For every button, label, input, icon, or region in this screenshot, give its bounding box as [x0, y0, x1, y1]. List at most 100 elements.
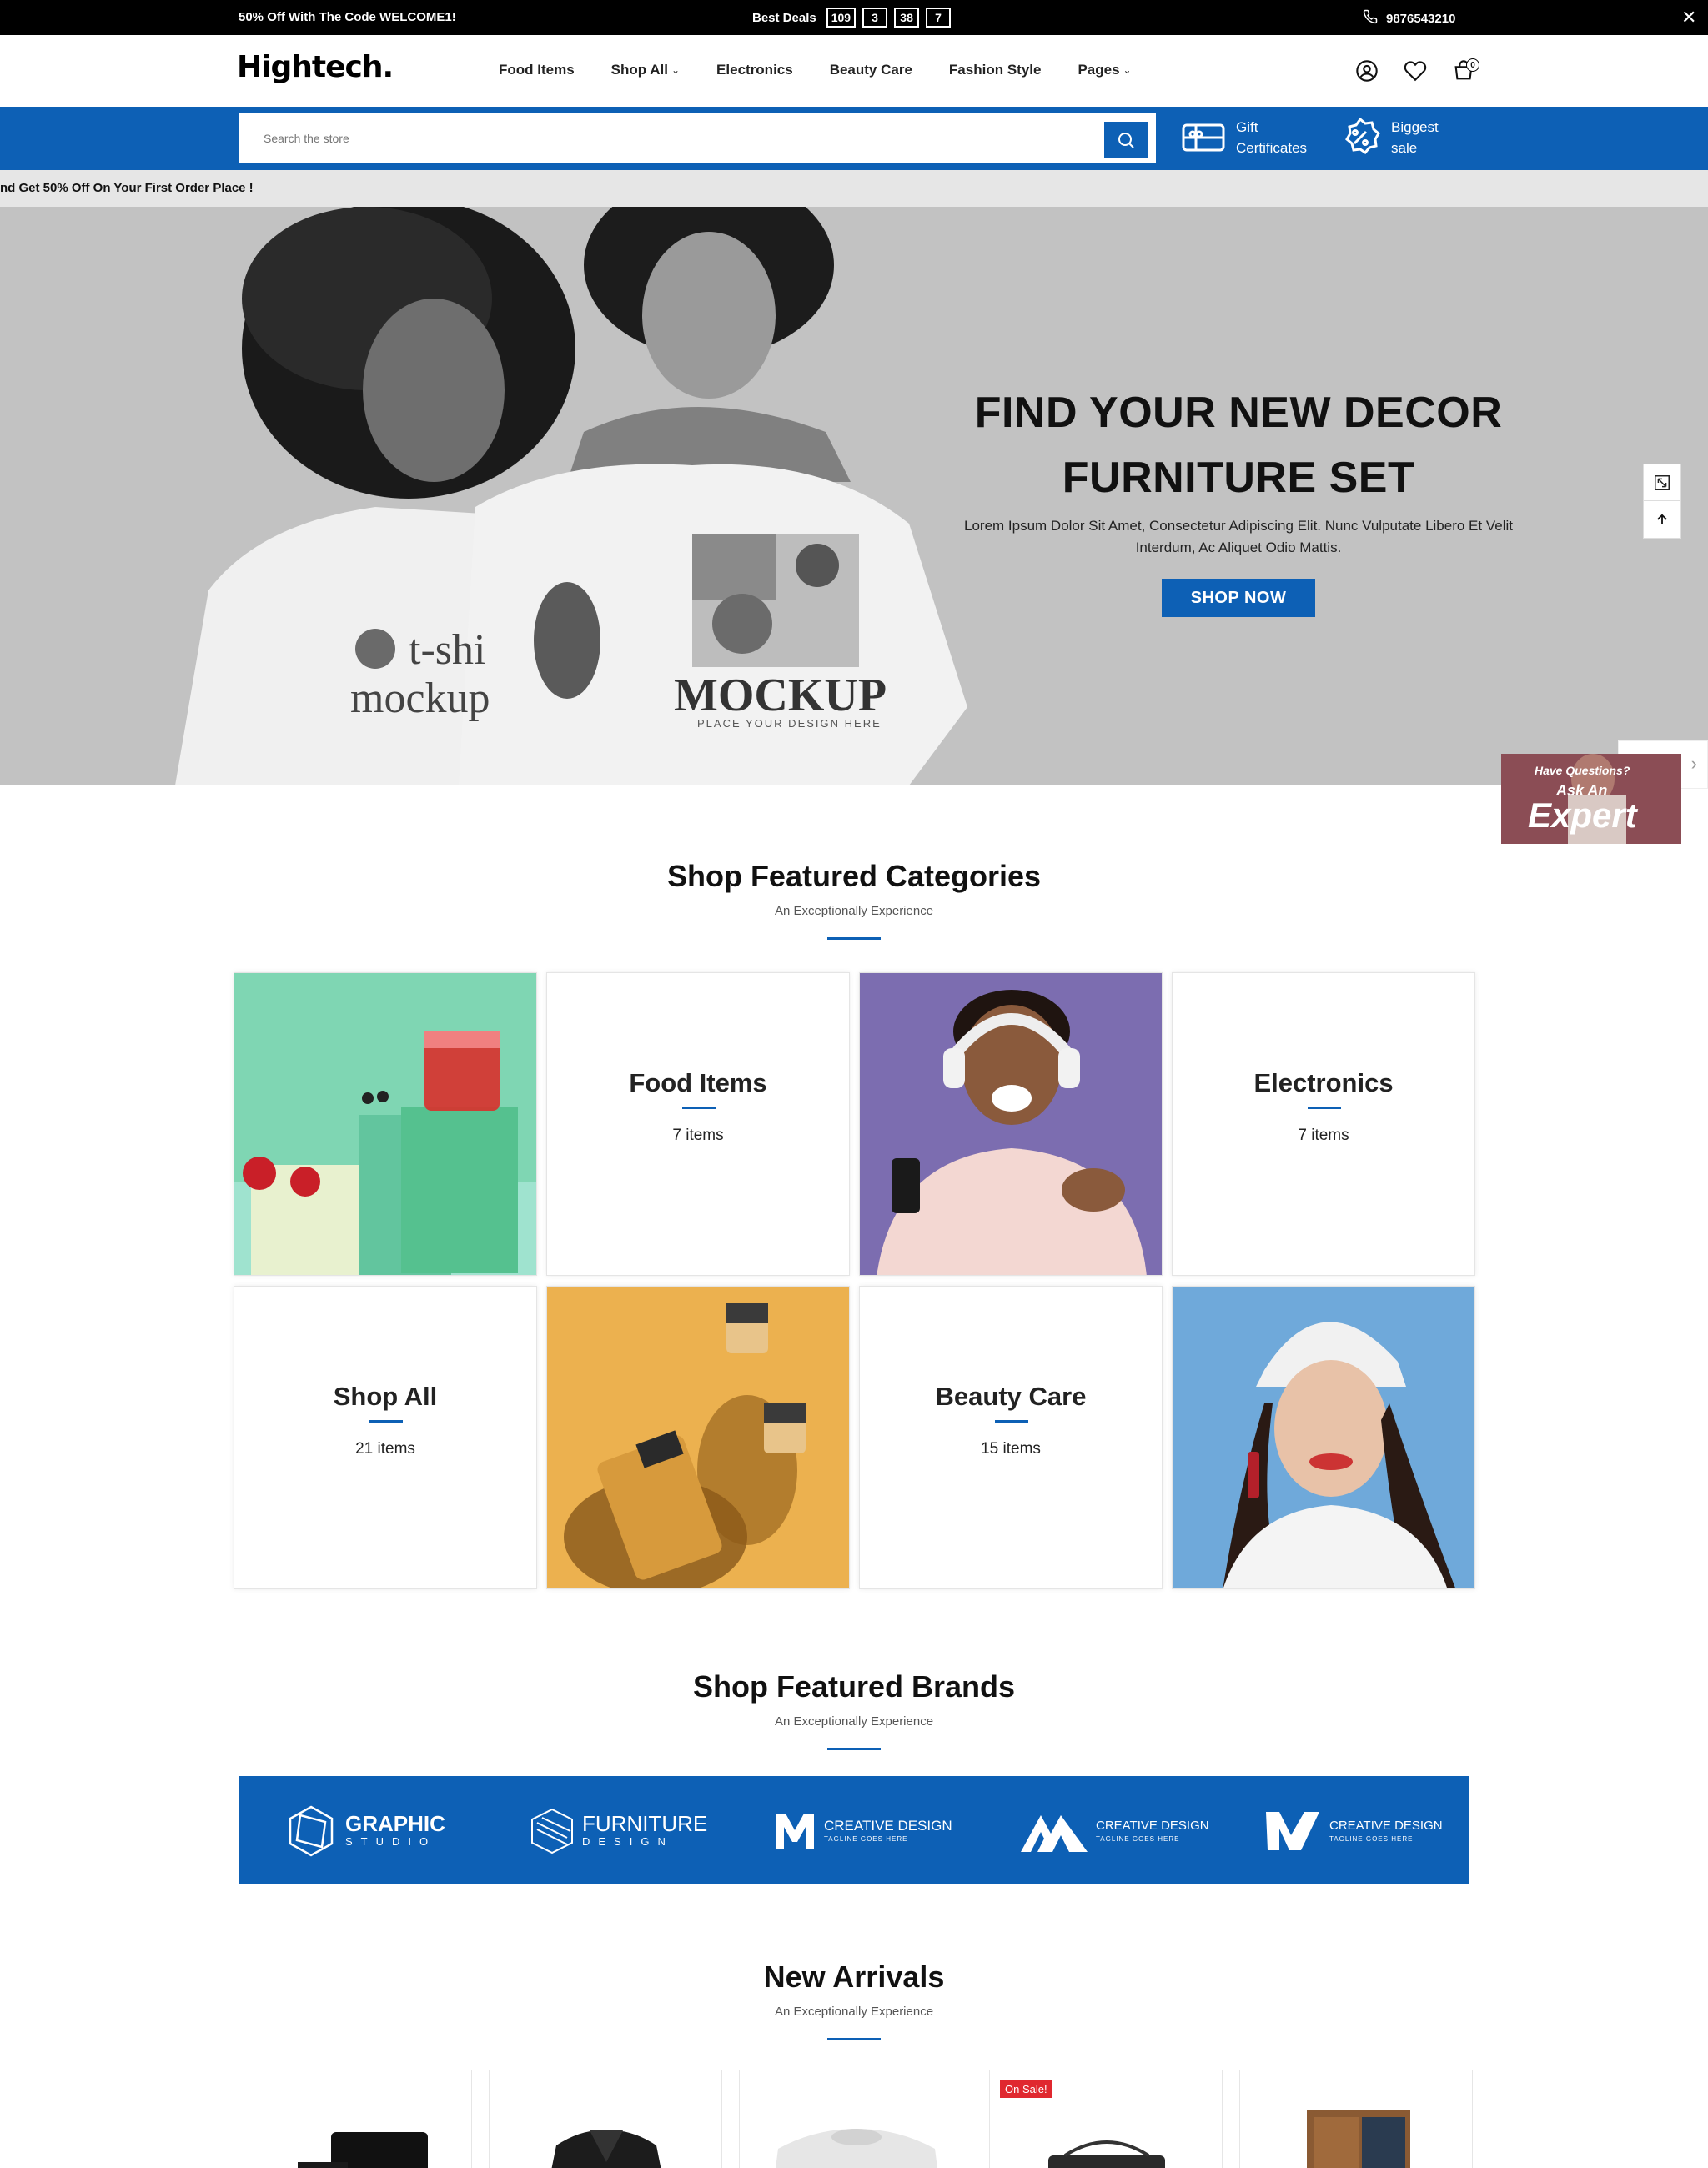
- search-box: [239, 113, 1156, 163]
- nav-beauty-care[interactable]: Beauty Care: [830, 62, 912, 78]
- product-card[interactable]: On Sale!: [989, 2070, 1223, 2168]
- best-deals-label: Best Deals: [752, 10, 816, 25]
- back-to-top-icon[interactable]: [1644, 501, 1680, 538]
- category-image-lipstick[interactable]: [1172, 1286, 1475, 1589]
- category-image-perfume[interactable]: [546, 1286, 850, 1589]
- chevron-right-icon: ›: [1690, 753, 1697, 774]
- countdown-days: 109: [826, 8, 857, 28]
- phone-link[interactable]: 9876543210: [1363, 9, 1455, 28]
- m-logo-icon: [776, 1814, 814, 1849]
- brand-furniture-design[interactable]: FURNITURE DESIGN: [529, 1806, 707, 1856]
- shop-now-button[interactable]: SHOP NOW: [1162, 579, 1315, 617]
- ask-expert-widget[interactable]: Have Questions? Ask An Expert: [1501, 754, 1681, 844]
- nav-label: Shop All: [610, 62, 668, 78]
- categories-underline: [827, 937, 881, 940]
- brand-creative-design-3[interactable]: CREATIVE DESIGN TAGLINE GOES HERE: [1264, 1806, 1443, 1856]
- sale-label-line2: sale: [1391, 140, 1418, 156]
- category-card-electronics[interactable]: Electronics 7 items: [1172, 972, 1475, 1276]
- close-announcement-button[interactable]: ✕: [1681, 7, 1696, 28]
- nav-label: Pages: [1078, 62, 1120, 78]
- category-image-headphones[interactable]: [859, 972, 1163, 1276]
- product-image-cabinet: [1307, 2110, 1410, 2168]
- main-nav: Food Items Shop All ⌄ Electronics Beauty …: [499, 62, 1132, 78]
- product-card[interactable]: [1239, 2070, 1473, 2168]
- cube-logo-icon: [531, 1808, 573, 1854]
- brand-tag: TAGLINE GOES HERE: [1096, 1835, 1180, 1843]
- product-image-leather-jacket: [551, 2130, 661, 2168]
- search-button[interactable]: [1104, 122, 1148, 158]
- brand-name: CREATIVE DESIGN: [1329, 1819, 1443, 1833]
- hero-models-image: t-shi mockup MOCKUP PLACE YOUR DESIGN HE…: [175, 207, 967, 785]
- nav-food-items[interactable]: Food Items: [499, 62, 575, 78]
- promo-code-text: 50% Off With The Code WELCOME1!: [239, 10, 456, 24]
- brand-name: FURNITURE: [582, 1811, 708, 1836]
- biggest-sale-link[interactable]: Biggest sale: [1339, 117, 1439, 158]
- account-icon[interactable]: [1353, 57, 1381, 85]
- category-underline: [1308, 1107, 1341, 1109]
- categories-subtitle: An Exceptionally Experience: [774, 904, 934, 918]
- product-card[interactable]: [489, 2070, 722, 2168]
- arrivals-subtitle: An Exceptionally Experience: [774, 2005, 934, 2019]
- category-name: Shop All: [333, 1382, 438, 1411]
- brands-strip: GRAPHIC STUDIO FURNITURE DESIGN CREATIVE…: [239, 1776, 1469, 1884]
- drink-still-life-image: [234, 973, 536, 1275]
- product-card[interactable]: [739, 2070, 972, 2168]
- arrivals-title: New Arrivals: [763, 1960, 945, 1994]
- search-input[interactable]: [240, 115, 1074, 162]
- brand-tag: TAGLINE GOES HERE: [824, 1835, 908, 1843]
- brand-creative-design-2[interactable]: CREATIVE DESIGN TAGLINE GOES HERE: [1019, 1806, 1209, 1856]
- chevron-down-icon: ⌄: [1123, 64, 1132, 76]
- on-sale-badge: On Sale!: [1000, 2080, 1052, 2098]
- hexagon-logo-icon: [289, 1805, 334, 1857]
- biggest-sale-label: Biggest sale: [1391, 117, 1439, 158]
- brand-name: CREATIVE DESIGN: [824, 1818, 952, 1834]
- category-underline: [995, 1420, 1028, 1423]
- category-count: 7 items: [1298, 1127, 1349, 1144]
- nav-fashion-style[interactable]: Fashion Style: [949, 62, 1042, 78]
- category-image-drink[interactable]: [234, 972, 537, 1276]
- site-logo[interactable]: Hightech.: [237, 50, 394, 84]
- nav-label: Fashion Style: [948, 62, 1042, 78]
- nav-label: Beauty Care: [829, 62, 912, 78]
- expert-question-text: Have Questions?: [1535, 764, 1630, 777]
- hero-title-line1: FIND YOUR NEW DECOR: [974, 389, 1503, 437]
- right-shirt-print: MOCKUP: [674, 670, 887, 721]
- nav-electronics[interactable]: Electronics: [716, 62, 793, 78]
- left-shirt-print-line2: mockup: [350, 675, 490, 722]
- category-name: Beauty Care: [935, 1382, 1087, 1411]
- expert-title-text: Expert: [1528, 795, 1637, 835]
- offer-marquee: nd Get 50% Off On Your First Order Place…: [0, 170, 1708, 207]
- wishlist-heart-icon[interactable]: [1401, 57, 1429, 85]
- nav-pages[interactable]: Pages ⌄: [1078, 62, 1131, 78]
- product-card[interactable]: [239, 2070, 472, 2168]
- category-card-shop-all[interactable]: Shop All 21 items: [234, 1286, 537, 1589]
- gift-label-line2: Certificates: [1236, 140, 1308, 156]
- category-count: 7 items: [672, 1127, 724, 1144]
- brands-subtitle: An Exceptionally Experience: [774, 1714, 934, 1729]
- sale-label-line1: Biggest: [1391, 119, 1439, 135]
- right-shirt-print-sub: PLACE YOUR DESIGN HERE: [697, 717, 882, 730]
- category-card-food-items[interactable]: Food Items 7 items: [546, 972, 850, 1276]
- countdown-hours: 3: [862, 8, 888, 28]
- category-name: Electronics: [1253, 1068, 1394, 1097]
- best-deals-countdown: Best Deals 109 3 38 7: [752, 8, 952, 28]
- categories-title: Shop Featured Categories: [666, 859, 1042, 893]
- brand-creative-design-1[interactable]: CREATIVE DESIGN TAGLINE GOES HERE: [772, 1806, 952, 1856]
- brand-tag: STUDIO: [345, 1835, 437, 1848]
- man-headphones-image: [860, 973, 1162, 1275]
- hero-description: Lorem Ipsum Dolor Sit Amet, Consectetur …: [964, 518, 1513, 555]
- cart-bag-icon[interactable]: 0: [1449, 57, 1479, 85]
- nav-shop-all[interactable]: Shop All ⌄: [611, 62, 680, 78]
- expand-icon[interactable]: [1644, 464, 1680, 501]
- hero-banner: t-shi mockup MOCKUP PLACE YOUR DESIGN HE…: [0, 207, 1708, 785]
- search-strip: Gift Certificates Biggest sale: [0, 107, 1708, 170]
- marquee-text: nd Get 50% Off On Your First Order Place…: [0, 181, 254, 195]
- brand-graphic-studio[interactable]: GRAPHIC STUDIO: [284, 1805, 445, 1857]
- category-name: Food Items: [629, 1068, 767, 1097]
- nav-label: Electronics: [716, 62, 793, 78]
- category-underline: [682, 1107, 716, 1109]
- category-card-beauty-care[interactable]: Beauty Care 15 items: [859, 1286, 1163, 1589]
- gift-certificates-link[interactable]: Gift Certificates: [1181, 117, 1307, 158]
- brand-name: CREATIVE DESIGN: [1096, 1819, 1209, 1833]
- perfume-bottles-image: [547, 1287, 849, 1588]
